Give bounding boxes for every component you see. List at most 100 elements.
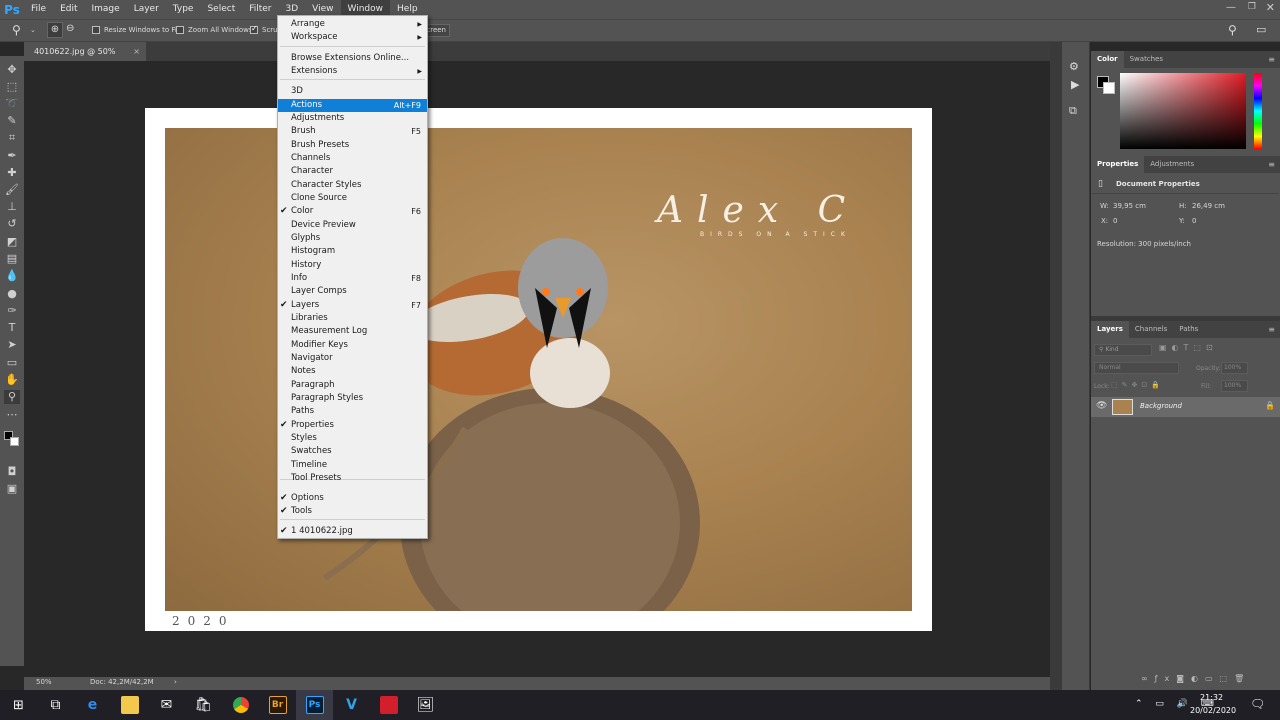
layer-filter-icons[interactable]: ▣◐T⬚⊡ bbox=[1159, 343, 1218, 352]
menu-filter[interactable]: Filter bbox=[242, 0, 278, 19]
window-menu-item-arrange[interactable]: Arrange ▶ bbox=[278, 18, 427, 31]
blur-tool-icon[interactable]: 💧 bbox=[4, 269, 20, 283]
properties-panel-icon[interactable]: ⧉ bbox=[1069, 104, 1077, 118]
window-menu-item-tools[interactable]: ✔ Tools bbox=[278, 505, 427, 518]
window-menu-item-workspace[interactable]: Workspace ▶ bbox=[278, 31, 427, 44]
clone-stamp-icon[interactable]: ⊥ bbox=[4, 200, 20, 214]
window-menu-item-paragraph-styles[interactable]: Paragraph Styles bbox=[278, 392, 427, 405]
fill-input[interactable]: 100% bbox=[1221, 380, 1248, 392]
file-explorer-icon[interactable] bbox=[111, 690, 148, 720]
document-tab[interactable]: 4010622.jpg @ 50% (RGB/8) × bbox=[24, 42, 146, 75]
tab-channels[interactable]: Channels bbox=[1129, 321, 1173, 338]
bridge-icon[interactable]: Br bbox=[259, 690, 296, 720]
chevron-down-icon[interactable]: ⌄ bbox=[30, 26, 36, 34]
screen-mode-icon[interactable]: ▣ bbox=[4, 482, 20, 496]
status-arrow-icon[interactable]: › bbox=[174, 678, 177, 686]
panel-menu-icon[interactable]: ≡ bbox=[1268, 325, 1275, 334]
lock-icons[interactable]: ⬚✎✥⊡🔒 bbox=[1111, 381, 1164, 389]
store-icon[interactable]: 🛍 bbox=[185, 690, 222, 720]
window-menu-item-adjustments[interactable]: Adjustments bbox=[278, 112, 427, 125]
mail-icon[interactable]: ✉ bbox=[148, 690, 185, 720]
zoom-out-icon[interactable]: ⊖ bbox=[66, 23, 74, 34]
zoom-tool-icon[interactable]: ⚲ bbox=[4, 390, 20, 404]
zoom-in-icon[interactable]: ⊕ bbox=[47, 22, 63, 38]
notifications-icon[interactable]: 🗨 bbox=[1250, 697, 1265, 711]
background-color-swatch[interactable] bbox=[10, 437, 19, 446]
close-tab-icon[interactable]: × bbox=[133, 42, 140, 61]
restore-icon[interactable]: ❐ bbox=[1248, 2, 1256, 12]
search-icon[interactable]: ⚲ bbox=[1228, 23, 1237, 37]
window-menu-item-measurement-log[interactable]: Measurement Log bbox=[278, 325, 427, 338]
window-menu-item-brush-presets[interactable]: Brush Presets bbox=[278, 139, 427, 152]
photoshop-taskbar-icon[interactable]: Ps bbox=[296, 690, 333, 720]
tab-properties[interactable]: Properties bbox=[1091, 156, 1145, 173]
x-value[interactable]: 0 bbox=[1113, 217, 1117, 225]
width-value[interactable]: 39,95 cm bbox=[1113, 202, 1146, 210]
menu-type[interactable]: Type bbox=[166, 0, 201, 19]
game-icon[interactable] bbox=[370, 690, 407, 720]
lasso-tool-icon[interactable]: ➰ bbox=[4, 97, 20, 111]
window-menu-item-libraries[interactable]: Libraries bbox=[278, 312, 427, 325]
window-menu-item-character[interactable]: Character bbox=[278, 165, 427, 178]
type-tool-icon[interactable]: T bbox=[4, 321, 20, 335]
edge-icon[interactable]: e bbox=[74, 690, 111, 720]
color-picker-field[interactable] bbox=[1120, 73, 1246, 149]
blend-mode-select[interactable]: Normal bbox=[1094, 362, 1179, 374]
menu-select[interactable]: Select bbox=[200, 0, 242, 19]
window-menu-item-notes[interactable]: Notes bbox=[278, 365, 427, 378]
window-menu-item-brush[interactable]: Brush F5 bbox=[278, 125, 427, 138]
panel-menu-icon[interactable]: ≡ bbox=[1268, 160, 1275, 169]
dodge-tool-icon[interactable]: ● bbox=[4, 287, 20, 301]
window-menu-item-options[interactable]: ✔ Options bbox=[278, 492, 427, 505]
window-menu-item-styles[interactable]: Styles bbox=[278, 432, 427, 445]
pen-tool-icon[interactable]: ✑ bbox=[4, 304, 20, 318]
photos-icon[interactable]: 🖼 bbox=[407, 690, 444, 720]
window-menu-item-extensions[interactable]: Extensions ▶ bbox=[278, 65, 427, 78]
window-menu-item-character-styles[interactable]: Character Styles bbox=[278, 179, 427, 192]
minimize-icon[interactable]: — bbox=[1226, 2, 1236, 13]
window-menu-item-1-4010622-jpg[interactable]: ✔ 1 4010622.jpg bbox=[278, 525, 427, 538]
eraser-tool-icon[interactable]: ◩ bbox=[4, 235, 20, 249]
window-menu-item-layers[interactable]: ✔ Layers F7 bbox=[278, 299, 427, 312]
window-menu-item-3d[interactable]: 3D bbox=[278, 85, 427, 98]
zoom-level[interactable]: 50% bbox=[36, 678, 52, 686]
tab-paths[interactable]: Paths bbox=[1173, 321, 1204, 338]
quick-mask-icon[interactable]: ◘ bbox=[4, 465, 20, 479]
windows-start-icon[interactable]: ⊞ bbox=[0, 690, 37, 720]
actions-panel-icon[interactable]: ▶ bbox=[1071, 78, 1079, 91]
close-window-icon[interactable]: ✕ bbox=[1266, 1, 1275, 14]
tab-adjustments[interactable]: Adjustments bbox=[1144, 156, 1200, 173]
window-menu-item-browse-extensions-online[interactable]: Browse Extensions Online... bbox=[278, 52, 427, 65]
zoom-all-checkbox[interactable]: Zoom All Windows bbox=[176, 26, 253, 34]
move-tool-icon[interactable]: ✥ bbox=[4, 63, 20, 77]
window-menu-item-histogram[interactable]: Histogram bbox=[278, 245, 427, 258]
history-brush-icon[interactable]: ↺ bbox=[4, 217, 20, 231]
background-swatch[interactable] bbox=[1103, 82, 1115, 94]
marquee-tool-icon[interactable]: ⬚ bbox=[4, 80, 20, 94]
rectangle-tool-icon[interactable]: ▭ bbox=[4, 356, 20, 370]
more-tools-icon[interactable]: ⋯ bbox=[4, 408, 20, 422]
window-menu-item-navigator[interactable]: Navigator bbox=[278, 352, 427, 365]
gradient-tool-icon[interactable]: ▤ bbox=[4, 252, 20, 266]
window-menu-item-swatches[interactable]: Swatches bbox=[278, 445, 427, 458]
opacity-input[interactable]: 100% bbox=[1221, 362, 1248, 374]
window-menu-item-clone-source[interactable]: Clone Source bbox=[278, 192, 427, 205]
tab-layers[interactable]: Layers bbox=[1091, 321, 1129, 338]
crop-tool-icon[interactable]: ⌗ bbox=[4, 131, 20, 145]
healing-brush-icon[interactable]: ✚ bbox=[4, 166, 20, 180]
chrome-icon[interactable] bbox=[222, 690, 259, 720]
eyedropper-tool-icon[interactable]: ✒ bbox=[4, 149, 20, 163]
window-menu-item-color[interactable]: ✔ Color F6 bbox=[278, 205, 427, 218]
quick-select-tool-icon[interactable]: ✎ bbox=[4, 114, 20, 128]
menu-file[interactable]: File bbox=[24, 0, 53, 19]
path-select-icon[interactable]: ➤ bbox=[4, 338, 20, 352]
hue-slider[interactable] bbox=[1254, 73, 1262, 149]
window-menu-item-history[interactable]: History bbox=[278, 259, 427, 272]
layer-row-background[interactable]: 👁 Background 🔒 bbox=[1091, 397, 1280, 417]
window-menu-item-modifier-keys[interactable]: Modifier Keys bbox=[278, 339, 427, 352]
history-panel-icon[interactable]: ⚙ bbox=[1069, 60, 1079, 73]
height-value[interactable]: 26,49 cm bbox=[1192, 202, 1225, 210]
menu-edit[interactable]: Edit bbox=[53, 0, 84, 19]
window-menu-item-tool-presets[interactable]: Tool Presets bbox=[278, 472, 427, 485]
visibility-eye-icon[interactable]: 👁 bbox=[1096, 401, 1107, 411]
